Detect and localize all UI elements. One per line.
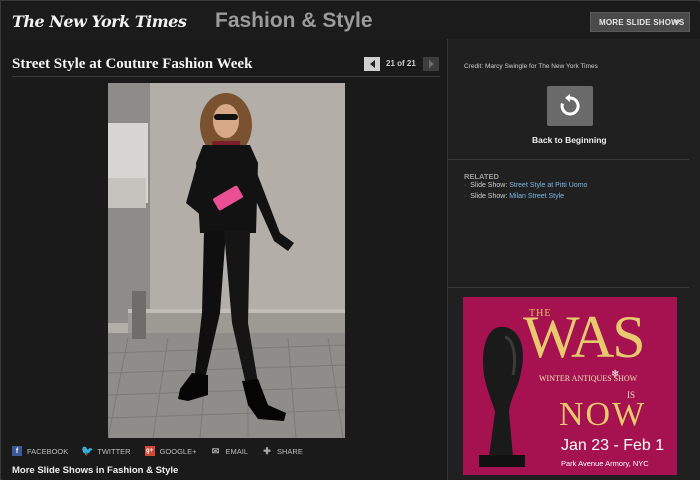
- back-to-beginning-button[interactable]: [547, 86, 593, 126]
- divider: [448, 287, 689, 288]
- related-heading: RELATED: [464, 172, 499, 181]
- slide-counter: 21 of 21: [386, 59, 416, 68]
- more-slideshows-heading[interactable]: More Slide Shows in Fashion & Style: [12, 465, 178, 476]
- nyt-logo[interactable]: The New York Times: [12, 12, 187, 31]
- back-to-beginning-label[interactable]: Back to Beginning: [532, 135, 607, 145]
- slideshow-panel: Street Style at Couture Fashion Week 21 …: [2, 39, 447, 480]
- ad-dates: Jan 23 - Feb 1: [561, 437, 665, 454]
- related-item: · Slide Show: Street Style at Pitti Uomo: [464, 182, 587, 189]
- facebook-label: FACEBOOK: [27, 446, 69, 456]
- ad-subtitle: WINTER ANTIQUES SHOW: [539, 374, 638, 383]
- ad-venue: Park Avenue Armory, NYC: [561, 459, 649, 468]
- share-toolbar: f FACEBOOK 🐦 TWITTER g+ GOOGLE+ ✉ EMAIL …: [12, 444, 317, 458]
- ad-the-text: THE: [529, 308, 552, 319]
- previous-slide-button[interactable]: [364, 57, 380, 71]
- twitter-label: TWITTER: [97, 446, 131, 456]
- more-slideshows-label: MORE SLIDE SHOWS: [599, 17, 685, 27]
- street-style-photo: [108, 83, 345, 438]
- chevron-down-icon: [673, 20, 681, 25]
- google-plus-icon: g+: [144, 446, 155, 456]
- more-slideshows-button[interactable]: MORE SLIDE SHOWS: [590, 12, 690, 32]
- twitter-share-button[interactable]: 🐦 TWITTER: [81, 445, 131, 457]
- share-button[interactable]: ✚ SHARE: [262, 446, 303, 456]
- next-slide-button[interactable]: [423, 57, 439, 71]
- share-icon: ✚: [263, 445, 271, 456]
- related-item: · Slide Show: Milan Street Style: [464, 193, 564, 200]
- email-label: EMAIL: [225, 446, 248, 456]
- section-title[interactable]: Fashion & Style: [215, 9, 373, 33]
- email-share-button[interactable]: ✉ EMAIL: [210, 446, 248, 456]
- slideshow-title: Street Style at Couture Fashion Week: [12, 56, 253, 72]
- related-prefix: Slide Show:: [470, 182, 508, 189]
- bullet: ·: [464, 193, 467, 200]
- advertisement-banner[interactable]: WAS THE ❄ WINTER ANTIQUES SHOW IS NOW Ja…: [463, 297, 677, 475]
- slide-photo[interactable]: [108, 83, 345, 438]
- ad-now-text: NOW: [559, 396, 647, 433]
- arrow-right-icon: [428, 60, 434, 68]
- arrow-left-icon: [369, 60, 375, 68]
- share-label: SHARE: [277, 446, 303, 456]
- related-link-pitti-uomo[interactable]: Street Style at Pitti Uomo: [509, 182, 587, 189]
- sidebar: Credit: Marcy Swingle for The New York T…: [447, 39, 700, 480]
- divider: [448, 159, 689, 160]
- divider: [12, 76, 440, 77]
- facebook-share-button[interactable]: f FACEBOOK: [12, 446, 68, 456]
- photo-credit: Credit: Marcy Swingle for The New York T…: [464, 63, 598, 70]
- page-frame: The New York Times Fashion & Style MORE …: [0, 0, 700, 480]
- bullet: ·: [464, 182, 467, 189]
- related-link-milan-street-style[interactable]: Milan Street Style: [509, 193, 564, 200]
- replay-icon: [560, 94, 580, 116]
- related-prefix: Slide Show:: [470, 193, 508, 200]
- twitter-icon: 🐦: [81, 445, 94, 457]
- facebook-icon: f: [12, 446, 22, 456]
- google-plus-label: GOOGLE+: [159, 446, 197, 456]
- email-icon: ✉: [211, 445, 220, 456]
- google-plus-share-button[interactable]: g+ GOOGLE+: [144, 446, 197, 456]
- header: The New York Times Fashion & Style MORE …: [2, 2, 700, 39]
